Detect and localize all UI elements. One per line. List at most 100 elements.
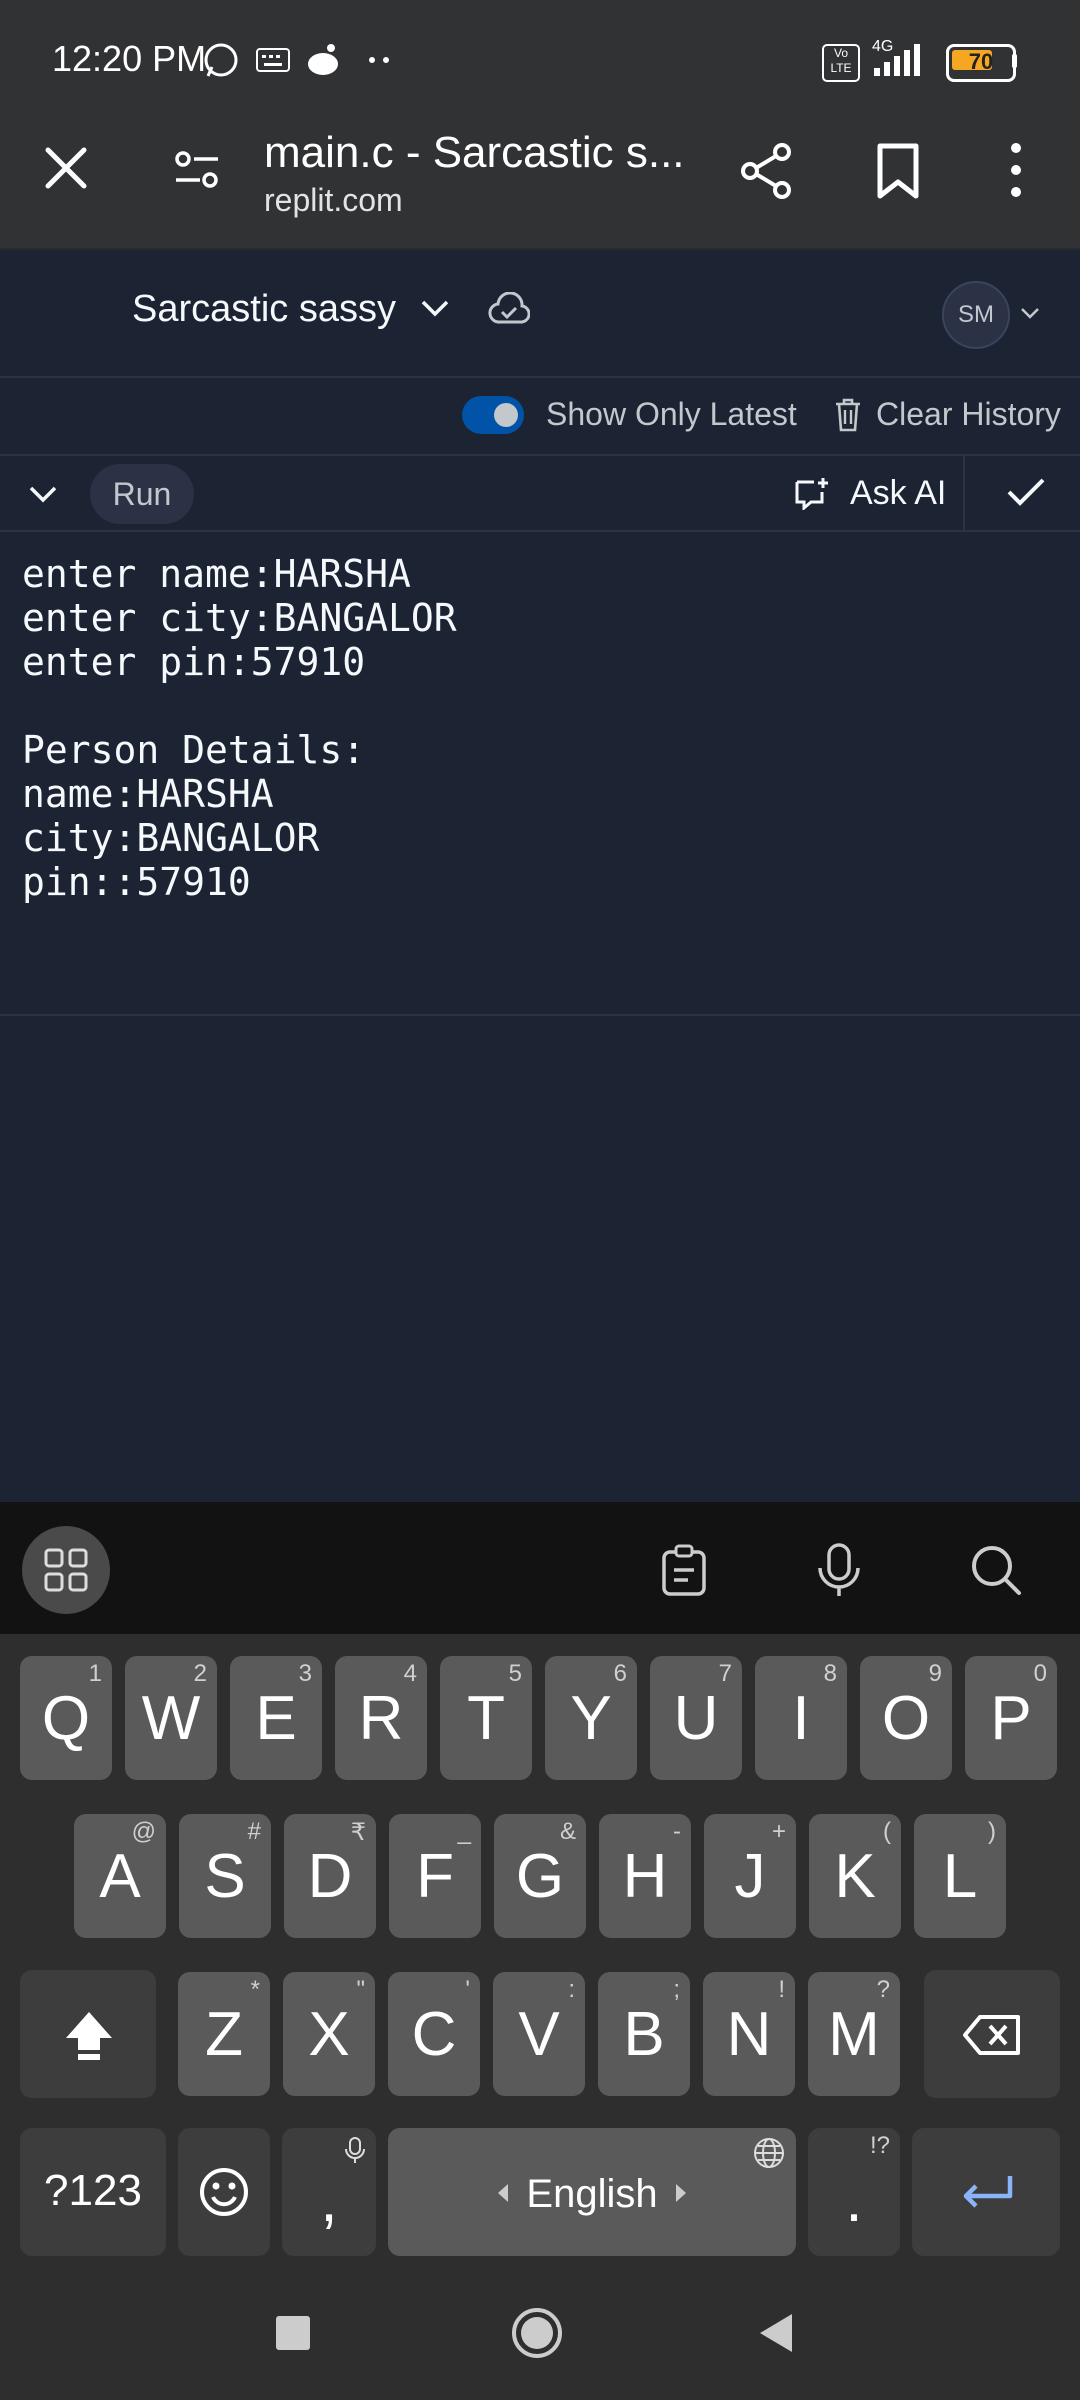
key-hint: ( xyxy=(883,1818,891,1845)
space-key[interactable]: English xyxy=(388,2128,796,2256)
key-hint: - xyxy=(673,1818,681,1845)
key-k[interactable]: (K xyxy=(809,1814,901,1938)
comma-key[interactable]: , xyxy=(282,2128,376,2256)
key-r[interactable]: 4R xyxy=(335,1656,427,1780)
key-u[interactable]: 7U xyxy=(650,1656,742,1780)
bookmark-icon[interactable] xyxy=(876,142,920,200)
key-g[interactable]: & G xyxy=(494,1814,586,1938)
page-title: main.c - Sarcastic s... xyxy=(264,128,685,177)
key-b[interactable]: ; B xyxy=(598,1972,690,2096)
key-hint: : xyxy=(568,1976,575,2003)
key-hint: 5 xyxy=(508,1660,522,1687)
key-w[interactable]: 2W xyxy=(125,1656,217,1780)
key-y[interactable]: 6Y xyxy=(545,1656,637,1780)
clipboard-icon[interactable] xyxy=(660,1544,708,1596)
enter-key[interactable] xyxy=(912,2128,1060,2256)
back-button[interactable] xyxy=(758,2312,794,2354)
cloud-check-icon xyxy=(488,292,530,324)
key-hint: ₹ xyxy=(350,1819,366,1846)
more-options-icon[interactable] xyxy=(1006,142,1026,198)
emoji-key[interactable] xyxy=(178,2128,270,2256)
key-p[interactable]: 0P xyxy=(965,1656,1057,1780)
key-hint: * xyxy=(250,1976,260,2003)
key-h[interactable]: -H xyxy=(599,1814,691,1938)
backspace-key[interactable] xyxy=(924,1970,1060,2098)
collapse-chevron-icon[interactable] xyxy=(28,484,58,504)
check-icon[interactable] xyxy=(1006,476,1046,508)
key-label: J xyxy=(734,1842,766,1911)
microphone-icon[interactable] xyxy=(816,1542,862,1598)
symbols-key[interactable]: ?123 xyxy=(20,2128,166,2256)
key-label: S xyxy=(204,1842,246,1911)
ask-ai-icon[interactable] xyxy=(794,476,830,510)
key-hint: 6 xyxy=(613,1660,627,1687)
key-label: B xyxy=(623,2000,665,2069)
chevron-down-icon[interactable] xyxy=(420,298,450,318)
key-label: H xyxy=(622,1842,668,1911)
key-label: L xyxy=(942,1842,978,1911)
console-empty-area[interactable] xyxy=(0,1016,1080,1502)
apps-grid-button[interactable] xyxy=(22,1526,110,1614)
run-button[interactable]: Run xyxy=(90,464,194,524)
key-e[interactable]: 3E xyxy=(230,1656,322,1780)
trash-icon[interactable] xyxy=(834,398,862,432)
repl-name[interactable]: Sarcastic sassy xyxy=(132,288,396,331)
period-key[interactable]: !? . xyxy=(808,2128,900,2256)
key-label: A xyxy=(99,1842,141,1911)
key-label: T xyxy=(467,1684,505,1753)
ask-ai-button[interactable]: Ask AI xyxy=(850,474,946,513)
key-label: Y xyxy=(570,1684,612,1753)
signal-icon xyxy=(874,44,920,76)
key-hint: + xyxy=(771,1818,786,1845)
key-q[interactable]: 1Q xyxy=(20,1656,112,1780)
key-t[interactable]: 5T xyxy=(440,1656,532,1780)
key-n[interactable]: ! N xyxy=(703,1972,795,2096)
shift-key[interactable] xyxy=(20,1970,156,2098)
home-button[interactable] xyxy=(512,2308,562,2358)
key-hint: ! xyxy=(778,1976,785,2003)
key-label: M xyxy=(828,2000,880,2069)
key-o[interactable]: 9O xyxy=(860,1656,952,1780)
key-z[interactable]: * Z xyxy=(178,1972,270,2096)
key-v[interactable]: :V xyxy=(493,1972,585,2096)
key-label: N xyxy=(726,2000,772,2069)
key-hint: ' xyxy=(465,1976,470,2003)
enter-icon xyxy=(963,2176,1013,2208)
key-x[interactable]: " X xyxy=(283,1972,375,2096)
key-a[interactable]: @ A xyxy=(74,1814,166,1938)
key-label: R xyxy=(358,1684,404,1753)
language-right-icon xyxy=(676,2184,686,2202)
key-label: K xyxy=(834,1842,876,1911)
key-l[interactable]: ) L xyxy=(914,1814,1006,1938)
key-label: Z xyxy=(205,2000,243,2069)
avatar-chevron-icon[interactable] xyxy=(1020,306,1040,320)
search-icon[interactable] xyxy=(970,1544,1022,1596)
avatar[interactable]: SM xyxy=(942,281,1010,349)
status-time: 12:20 PM xyxy=(52,38,207,79)
grid-icon xyxy=(44,1548,88,1592)
key-m[interactable]: ? M xyxy=(808,1972,900,2096)
key-c[interactable]: ' C xyxy=(388,1972,480,2096)
show-only-latest-toggle[interactable] xyxy=(462,396,524,434)
share-icon[interactable] xyxy=(738,142,794,200)
key-f[interactable]: _ F xyxy=(389,1814,481,1938)
site-settings-icon[interactable] xyxy=(174,150,220,190)
key-hint: 1 xyxy=(88,1660,102,1687)
key-hint: 8 xyxy=(823,1660,837,1687)
key-i[interactable]: 8I xyxy=(755,1656,847,1780)
key-label: X xyxy=(308,2000,350,2069)
key-hint: # xyxy=(247,1818,261,1845)
recents-button[interactable] xyxy=(276,2316,310,2350)
console-output[interactable]: enter name:HARSHA enter city:BANGALOR en… xyxy=(0,532,1080,1016)
close-icon[interactable] xyxy=(44,146,88,190)
key-s[interactable]: # S xyxy=(179,1814,271,1938)
key-hint: " xyxy=(356,1976,365,2003)
clear-history-button[interactable]: Clear History xyxy=(876,396,1061,433)
key-j[interactable]: + J xyxy=(704,1814,796,1938)
key-label: U xyxy=(673,1684,719,1753)
key-d[interactable]: ₹ D xyxy=(284,1814,376,1938)
keyboard-notification-icon xyxy=(256,48,290,72)
mic-hint-icon xyxy=(345,2137,365,2163)
shift-icon xyxy=(66,2012,112,2060)
key-label: V xyxy=(518,2000,560,2069)
